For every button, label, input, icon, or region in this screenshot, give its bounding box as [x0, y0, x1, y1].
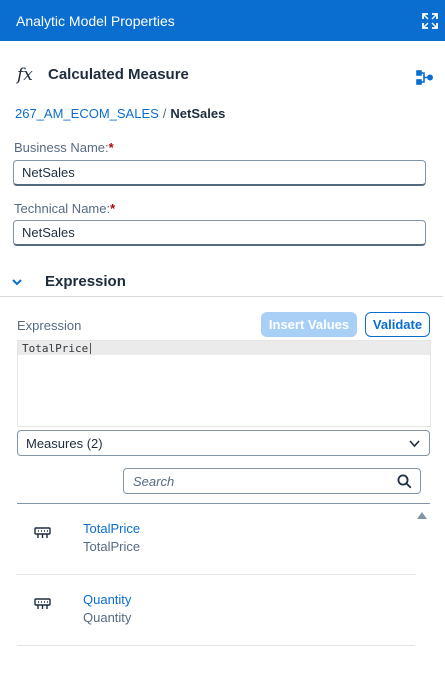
insert-values-button[interactable]: Insert Values — [261, 312, 357, 337]
chevron-down-icon[interactable] — [11, 276, 23, 288]
section-title: Expression — [45, 273, 126, 290]
measures-select-value: Measures (2) — [26, 436, 103, 451]
measure-name[interactable]: TotalPrice — [83, 521, 140, 536]
search-icon[interactable] — [397, 474, 412, 489]
business-name-label: Business Name:* — [14, 140, 114, 155]
measure-description: TotalPrice — [83, 539, 141, 554]
expression-label: Expression — [17, 318, 82, 333]
breadcrumb-link-model[interactable]: 267_AM_ECOM_SALES — [15, 106, 159, 121]
window-titlebar: Analytic Model Properties — [0, 0, 445, 41]
divider — [0, 296, 443, 297]
measure-description: Quantity — [83, 610, 132, 625]
measure-icon — [34, 598, 51, 609]
validate-button[interactable]: Validate — [365, 312, 430, 337]
chevron-down-icon — [409, 440, 420, 448]
expression-code: TotalPrice — [22, 342, 89, 355]
panel-title: Calculated Measure — [48, 66, 189, 83]
expression-editor[interactable]: TotalPrice — [17, 340, 431, 427]
breadcrumb-separator: / — [162, 106, 167, 121]
search-input[interactable] — [125, 470, 387, 492]
required-marker: * — [110, 201, 116, 216]
list-item[interactable]: TotalPrice TotalPrice — [17, 504, 415, 575]
panel-header: fx Calculated Measure — [0, 60, 445, 90]
business-name-label-text: Business Name: — [14, 140, 109, 155]
scroll-up-icon[interactable] — [417, 511, 427, 519]
breadcrumb: 267_AM_ECOM_SALES / NetSales — [15, 106, 225, 121]
technical-name-label: Technical Name:* — [14, 201, 115, 216]
text-cursor — [90, 343, 91, 354]
window-title: Analytic Model Properties — [16, 13, 175, 29]
search-field — [123, 468, 421, 494]
measures-select[interactable]: Measures (2) — [17, 430, 430, 456]
function-icon: fx — [17, 65, 33, 85]
technical-name-input[interactable] — [13, 220, 426, 246]
list-item[interactable]: Quantity Quantity — [17, 575, 415, 646]
required-marker: * — [108, 140, 114, 155]
measure-icon — [34, 527, 51, 538]
breadcrumb-current: NetSales — [170, 106, 226, 121]
graph-icon[interactable] — [416, 69, 433, 86]
business-name-input[interactable] — [13, 160, 426, 186]
expression-section-header[interactable]: Expression — [0, 268, 445, 296]
technical-name-label-text: Technical Name: — [14, 201, 111, 216]
expand-icon[interactable] — [421, 12, 439, 30]
measure-name[interactable]: Quantity — [83, 592, 131, 607]
